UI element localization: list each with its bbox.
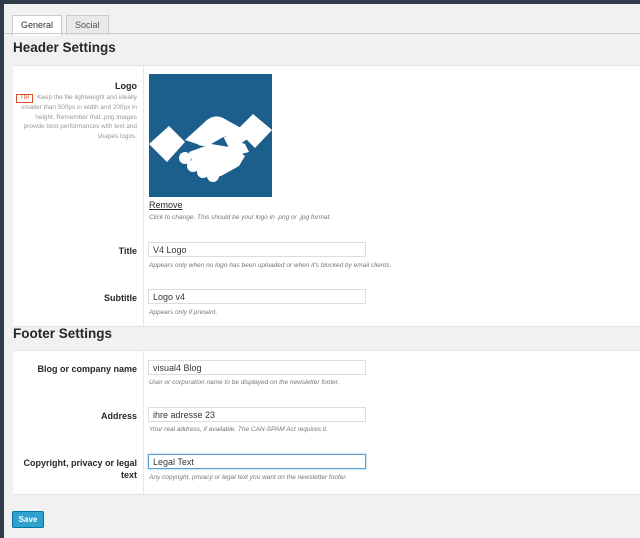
title-hint: Appears only when no logo has been uploa…	[149, 262, 392, 269]
address-hint: Your real address, if available. The CAN…	[149, 426, 328, 433]
copyright-input[interactable]	[148, 454, 366, 469]
tip-text: Keep the file lightweight and ideally sm…	[21, 94, 137, 140]
admin-side-bar	[0, 0, 4, 538]
company-input[interactable]	[148, 360, 366, 375]
tab-social[interactable]: Social	[66, 15, 109, 35]
tip-badge: TIP	[16, 94, 34, 103]
field-column-divider	[143, 66, 144, 326]
footer-settings-title: Footer Settings	[13, 326, 113, 341]
remove-logo-link[interactable]: Remove	[149, 200, 183, 210]
handshake-icon	[149, 114, 272, 182]
address-input[interactable]	[148, 407, 366, 422]
tabs-divider	[4, 33, 640, 34]
settings-tabs: General Social	[12, 15, 113, 36]
logo-tip: TIP Keep the file lightweight and ideall…	[14, 93, 137, 141]
field-column-divider	[143, 351, 144, 494]
company-label: Blog or company name	[37, 364, 137, 374]
admin-top-bar	[0, 0, 640, 4]
copyright-hint: Any copyright, privacy or legal text you…	[149, 474, 348, 481]
address-label: Address	[100, 411, 137, 421]
logo-image[interactable]	[149, 74, 272, 197]
title-input[interactable]	[148, 242, 366, 257]
title-label: Title	[118, 246, 137, 256]
save-button[interactable]: Save	[12, 511, 44, 528]
subtitle-hint: Appears only if present.	[149, 309, 218, 316]
header-settings-title: Header Settings	[13, 40, 116, 55]
subtitle-input[interactable]	[148, 289, 366, 304]
logo-label: Logo	[115, 81, 137, 91]
subtitle-label: Subtitle	[104, 293, 137, 303]
company-hint: User or corporation name to be displayed…	[149, 379, 340, 386]
logo-hint: Click to change. This should be your log…	[149, 214, 332, 221]
copyright-label: Copyright, privacy or legal text	[23, 458, 137, 480]
